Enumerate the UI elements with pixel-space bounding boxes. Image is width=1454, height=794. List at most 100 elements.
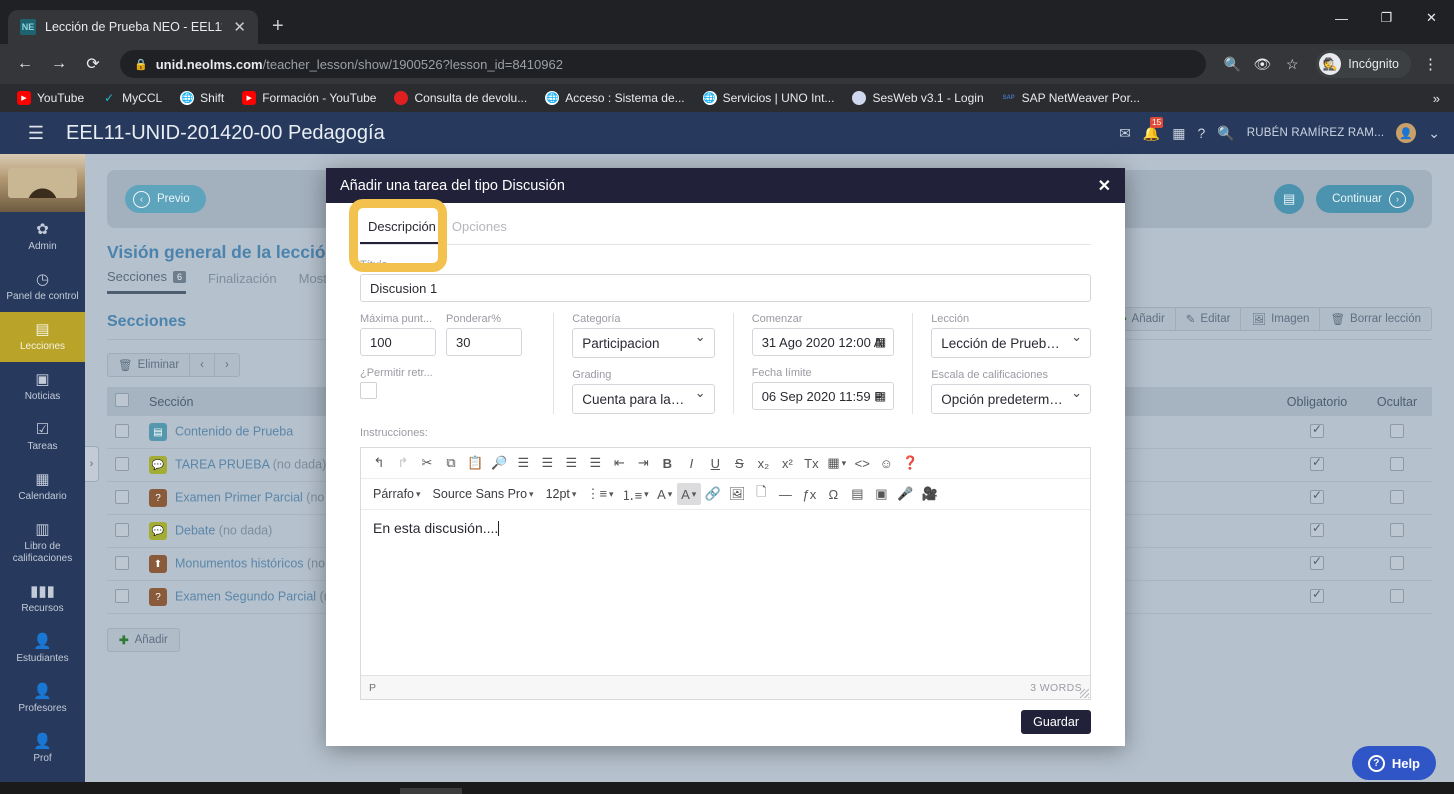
select-all-checkbox[interactable] [115, 393, 129, 407]
reload-icon[interactable]: ⟳ [78, 49, 108, 79]
forward-icon[interactable]: → [44, 49, 74, 79]
bookmark-item[interactable]: Consulta de devolu... [385, 87, 536, 109]
sidebar-item-estudiantes[interactable]: 👤 Estudiantes [0, 624, 85, 674]
horizontal-rule-icon[interactable]: — [773, 483, 797, 505]
microphone-icon[interactable]: 🎤 [893, 483, 917, 505]
italic-icon[interactable]: I [679, 452, 703, 474]
scale-select[interactable]: Opción predeterminada [931, 384, 1091, 414]
highlight-color-icon[interactable]: A ▾ [676, 483, 701, 505]
redo-icon[interactable]: ↱ [391, 452, 415, 474]
sidebar-item-recursos[interactable]: ▮▮▮ Recursos [0, 574, 85, 624]
lesson-toolbar-button-imagen[interactable]: 🖼 Imagen [1241, 308, 1321, 330]
align-center-icon[interactable]: ☰ [535, 452, 559, 474]
underline-icon[interactable]: U [703, 452, 727, 474]
sidebar-item-noticias[interactable]: ▣ Noticias [0, 362, 85, 412]
bookmark-item[interactable]: ▶ YouTube [8, 87, 93, 109]
required-checkbox[interactable] [1310, 587, 1324, 603]
lesson-select[interactable]: Lección de Prueba NEO [931, 328, 1091, 358]
help-icon[interactable]: ? [1197, 125, 1205, 141]
bookmark-star-icon[interactable]: ☆ [1278, 50, 1306, 78]
bookmark-item[interactable]: 🌐 Servicios | UNO Int... [694, 87, 844, 109]
search-icon[interactable]: 🔍 [1217, 125, 1234, 142]
subscript-icon[interactable]: x₂ [751, 452, 775, 474]
hidden-checkbox[interactable] [1390, 555, 1404, 570]
section-toolbar-button-eliminar[interactable]: 🗑 Eliminar [108, 354, 191, 376]
hamburger-menu-icon[interactable]: ☰ [14, 123, 58, 144]
continue-button[interactable]: Continuar › [1316, 185, 1414, 213]
max-points-input[interactable] [360, 328, 436, 356]
sidebar-item-profesores[interactable]: 👤 Profesores [0, 674, 85, 724]
sidebar-item-prof[interactable]: 👤 Prof [0, 724, 85, 774]
office-icon[interactable]: ▣ [869, 483, 893, 505]
font-family-select[interactable]: Source Sans Pro ▾ [427, 483, 540, 505]
modal-tab-descripción[interactable]: Descripción [360, 213, 444, 245]
align-right-icon[interactable]: ☰ [559, 452, 583, 474]
book-icon[interactable]: ▤ [1274, 184, 1305, 214]
row-checkbox[interactable] [115, 588, 129, 603]
titulo-input[interactable] [360, 274, 1091, 302]
zoom-icon[interactable]: 🔍 [1218, 50, 1246, 78]
back-icon[interactable]: ← [10, 49, 40, 79]
insert-image-icon[interactable]: 🖼 [725, 483, 750, 505]
indent-icon[interactable]: ⇥ [631, 452, 655, 474]
emoji-icon[interactable]: ☺ [874, 452, 898, 474]
sidebar-item-panel-de-control[interactable]: ◷ Panel de control [0, 262, 85, 312]
row-checkbox[interactable] [115, 456, 129, 471]
due-date-input[interactable] [751, 382, 895, 410]
close-modal-icon[interactable]: ✕ [1098, 176, 1111, 196]
notifications-bell-icon[interactable]: 🔔 15 [1143, 116, 1164, 142]
bookmarks-overflow-icon[interactable]: » [1427, 91, 1446, 106]
special-character-icon[interactable]: Ω [821, 483, 845, 505]
sidebar-item-tareas[interactable]: ☑ Tareas [0, 412, 85, 462]
close-tab-icon[interactable]: ✕ [231, 20, 248, 35]
sidebar-item-libro-de-calificaciones[interactable]: ▥ Libro de calificaciones [0, 512, 85, 574]
start-date-input[interactable] [751, 328, 895, 356]
category-select[interactable]: Participacion [572, 328, 715, 358]
maximize-button[interactable]: ❐ [1364, 0, 1409, 36]
required-checkbox[interactable] [1310, 488, 1324, 504]
video-icon[interactable]: 🎥 [918, 483, 942, 505]
strikethrough-icon[interactable]: S [727, 452, 751, 474]
sidebar-item-lecciones[interactable]: ▤ Lecciones [0, 312, 85, 362]
paste-icon[interactable]: 📋 [463, 452, 487, 474]
help-button[interactable]: ? Help [1351, 746, 1436, 780]
row-checkbox[interactable] [115, 423, 129, 438]
incognito-pill[interactable]: 🕵 Incógnito [1316, 50, 1411, 78]
address-bar[interactable]: 🔒 unid.neolms.com/teacher_lesson/show/19… [120, 50, 1207, 78]
lesson-toolbar-button-borrar-lecci-n[interactable]: 🗑 Borrar lección [1320, 308, 1431, 330]
add-section-button[interactable]: ✚ Añadir [107, 628, 180, 652]
browser-tab[interactable]: NE Lección de Prueba NEO - EEL11-U ✕ [8, 10, 258, 44]
mail-icon[interactable]: ✉ [1119, 125, 1131, 142]
browser-menu-icon[interactable]: ⋮ [1415, 55, 1444, 73]
bookmark-item[interactable]: ▶ Formación - YouTube [233, 87, 385, 109]
required-checkbox[interactable] [1310, 455, 1324, 471]
bookmark-item[interactable]: SAP SAP NetWeaver Por... [993, 87, 1149, 109]
cut-icon[interactable]: ✂ [415, 452, 439, 474]
user-name[interactable]: RUBÉN RAMÍREZ RAM... [1247, 127, 1385, 139]
insert-file-icon[interactable]: 🗋 [749, 483, 773, 505]
remove-format-icon[interactable]: Tx [799, 452, 823, 474]
avatar[interactable]: 👤 [1396, 123, 1417, 143]
hidden-checkbox[interactable] [1390, 522, 1404, 537]
modal-tab-opciones[interactable]: Opciones [444, 213, 515, 245]
subtab-finalización[interactable]: Finalización [208, 271, 277, 293]
hidden-checkbox[interactable] [1390, 588, 1404, 603]
embed-icon[interactable]: ▤ [845, 483, 869, 505]
grading-select[interactable]: Cuenta para la media [572, 384, 715, 414]
numbered-list-icon[interactable]: ⒈≡ ▾ [618, 483, 653, 505]
editor-content-area[interactable]: En esta discusión.... [361, 510, 1090, 675]
find-replace-icon[interactable]: 🔎 [487, 452, 511, 474]
table-icon[interactable]: ▦ ▾ [823, 452, 850, 474]
section-toolbar-button-chevron-left-icon[interactable]: ‹ [190, 354, 215, 376]
outdent-icon[interactable]: ⇤ [607, 452, 631, 474]
required-checkbox[interactable] [1310, 554, 1324, 570]
close-window-button[interactable]: ✕ [1409, 0, 1454, 36]
undo-icon[interactable]: ↰ [367, 452, 391, 474]
row-checkbox[interactable] [115, 489, 129, 504]
sidebar-item-calendario[interactable]: ▦ Calendario [0, 462, 85, 512]
hidden-checkbox[interactable] [1390, 489, 1404, 504]
bookmark-item[interactable]: 🌐 Acceso : Sistema de... [536, 87, 693, 109]
source-code-icon[interactable]: <> [850, 452, 874, 474]
blocked-eye-icon[interactable]: 👁 [1248, 50, 1276, 78]
required-checkbox[interactable] [1310, 521, 1324, 537]
